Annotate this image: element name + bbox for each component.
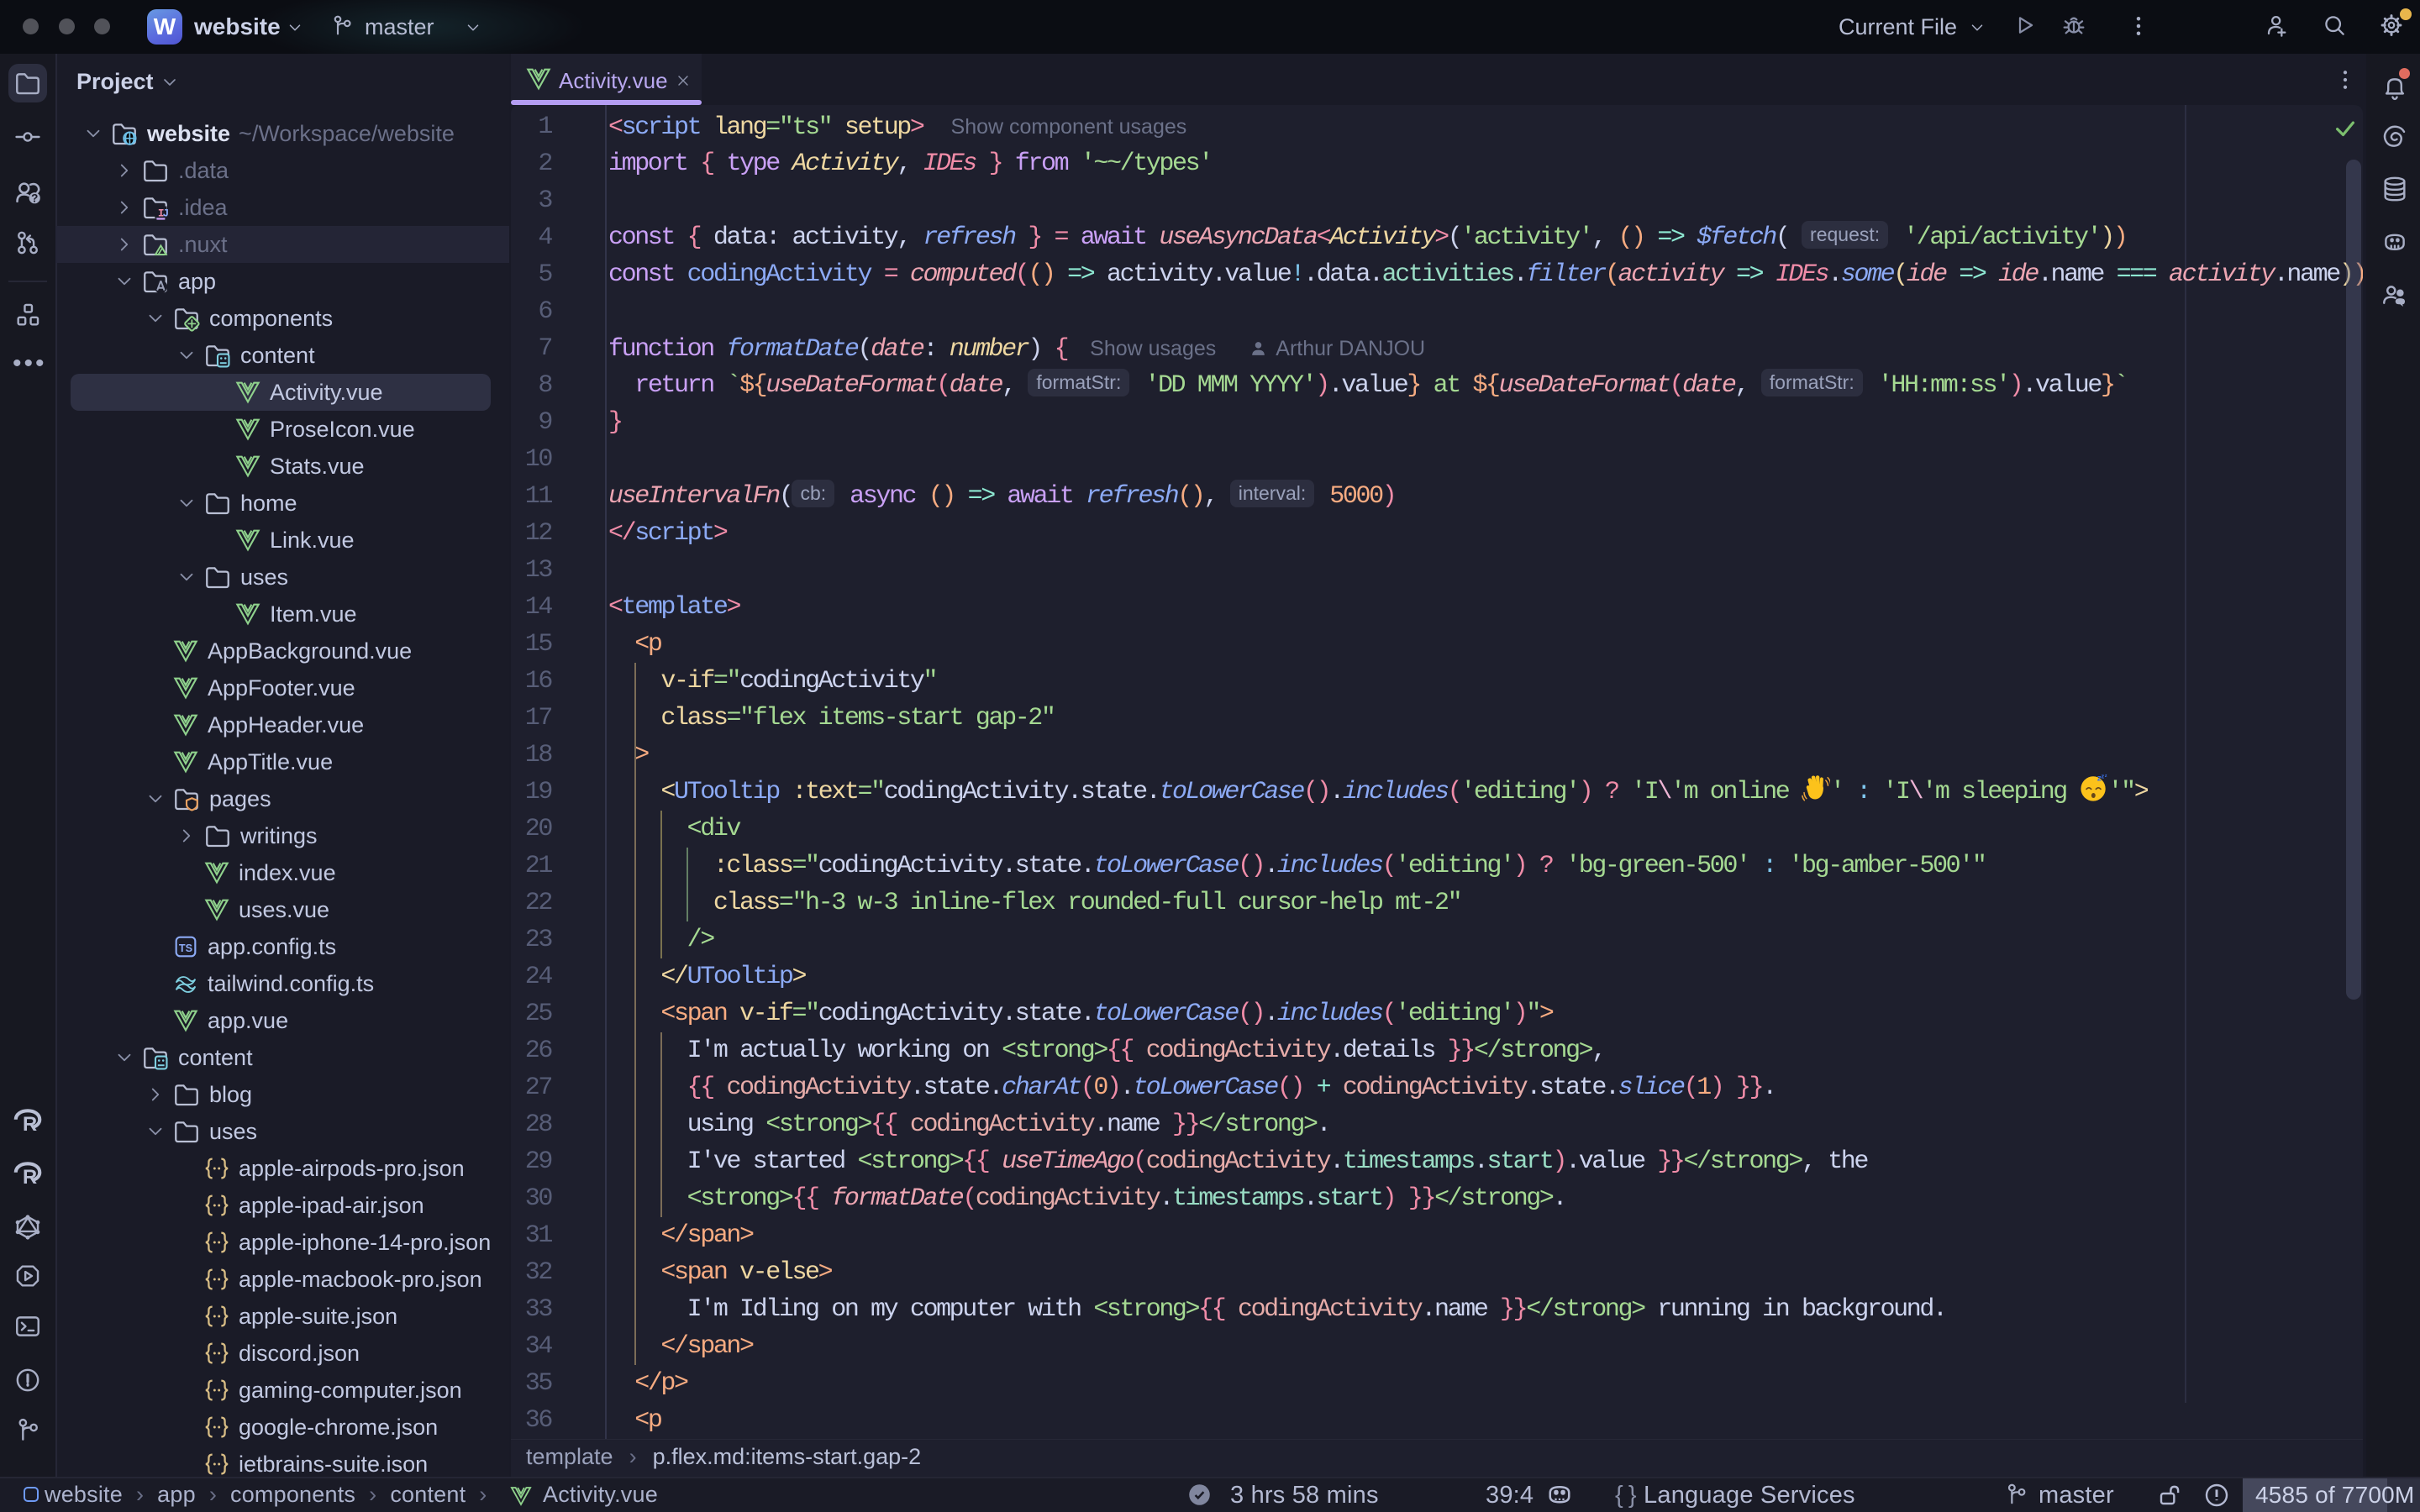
svg-text:TS: TS [179, 942, 192, 954]
svg-text:R: R [23, 1113, 37, 1136]
svg-text:?: ? [31, 192, 38, 205]
svg-text:z: z [2104, 774, 2107, 779]
svg-text:R: R [23, 1166, 37, 1189]
